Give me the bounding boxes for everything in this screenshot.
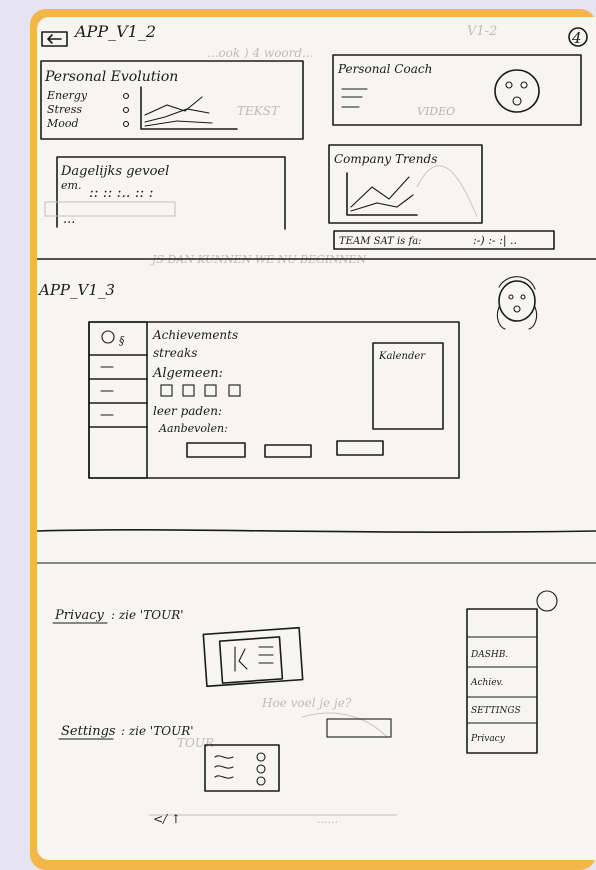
stress-label: Stress: [47, 103, 82, 116]
aanbevolen-label: Aanbevolen:: [158, 422, 228, 435]
dagelijks-sub-label: em.: [61, 179, 81, 192]
menu-item-settings[interactable]: SETTINGS: [471, 706, 521, 716]
more-options-icon[interactable]: ...: [63, 212, 75, 227]
algemeen-label: Algemeen:: [152, 366, 223, 381]
privacy-label: Privacy: [54, 608, 104, 623]
personal-evolution-panel: Personal Evolution Energy Stress Mood: [40, 60, 304, 140]
profile-icon[interactable]: [536, 590, 558, 612]
personal-coach-title: Personal Coach: [337, 62, 432, 76]
menu-item-achievements[interactable]: Achiev.: [470, 678, 504, 688]
streak-icon: §: [119, 334, 125, 347]
recommended-paths-row: [186, 440, 384, 458]
svg-text:V1-2: V1-2: [467, 24, 497, 39]
mood-label: Mood: [46, 117, 79, 130]
badge-1[interactable]: [160, 384, 173, 397]
screen-app-v1-3: APP_V1_3 § Achievements streaks Algemeen…: [37, 276, 596, 564]
personal-coach-panel: Personal Coach VIDEO: [332, 54, 582, 126]
wireframe-sketch: V1-2 ...ook ) 4 woord... TEKST JS DAN KU…: [37, 22, 596, 826]
kalender-panel: Kalender: [372, 342, 444, 430]
settings-card-icon: [204, 744, 280, 792]
settings-label: Settings: [61, 724, 116, 739]
menu-item-dashboard[interactable]: DASHB.: [470, 650, 508, 660]
screen1-title: APP_V1_2: [73, 22, 156, 41]
settings-tour-note: : zie 'TOUR': [121, 724, 194, 738]
svg-text:TOUR: TOUR: [177, 736, 214, 750]
energy-label: Energy: [46, 89, 88, 102]
achievements-label: Achievements: [152, 328, 238, 342]
svg-text:TEKST: TEKST: [237, 104, 280, 118]
coach-video-label: VIDEO: [417, 105, 455, 118]
sketch-paper: V1-2 ...ook ) 4 woord... TEKST JS DAN KU…: [37, 17, 596, 860]
app-window-frame: § Achievements streaks Algemeen: leer pa…: [88, 321, 460, 479]
learning-path-card-2[interactable]: [264, 444, 312, 458]
page-number: 4: [571, 29, 582, 47]
badge-4[interactable]: [228, 384, 241, 397]
privacy-note: Privacy : zie 'TOUR': [52, 608, 304, 688]
screen-app-v1-2: APP_V1_2 Personal Evolution Energy Stres…: [37, 22, 596, 260]
footer-dots: ......: [317, 813, 338, 826]
screen2-title: APP_V1_3: [37, 281, 115, 299]
sheet-frame: V1-2 ...ook ) 4 woord... TEKST JS DAN KU…: [30, 9, 596, 870]
energy-toggle[interactable]: [122, 92, 130, 100]
settings-note: Settings : zie 'TOUR' </ ↑ ......: [58, 718, 397, 826]
dagelijks-gevoel-title: Dagelijks gevoel: [60, 164, 169, 179]
privacy-card-icon: [202, 626, 304, 688]
page-number-marker: 4: [568, 27, 588, 47]
stress-toggle[interactable]: [122, 106, 130, 114]
svg-text:Hoe voel je je?: Hoe voel je je?: [261, 696, 352, 710]
company-trends-title: Company Trends: [334, 152, 437, 166]
left-sidebar: §: [88, 321, 148, 479]
kalender-title: Kalender: [378, 351, 426, 362]
bleed-through: V1-2 ...ook ) 4 woord... TEKST JS DAN KU…: [150, 24, 497, 750]
dagelijks-gevoel-panel: Dagelijks gevoel em. :: :: :.. :: : ...: [44, 156, 286, 230]
menu-item-privacy[interactable]: Privacy: [470, 734, 506, 744]
privacy-tour-note: : zie 'TOUR': [111, 608, 184, 622]
coach-face-icon: [494, 69, 540, 113]
right-menu-sketch: DASHB. Achiev. SETTINGS Privacy: [466, 590, 558, 754]
team-sat-label: TEAM SAT is fa:: [339, 236, 422, 247]
learning-path-card-3[interactable]: [336, 440, 384, 456]
mood-toggle[interactable]: [122, 120, 130, 128]
badge-3[interactable]: [204, 384, 217, 397]
badge-2[interactable]: [182, 384, 195, 397]
team-sat-bar: TEAM SAT is fa: :-) :- :| ..: [333, 230, 555, 250]
start-button-sketch[interactable]: [326, 718, 392, 738]
learning-path-card-1[interactable]: [186, 442, 246, 458]
undo-icon[interactable]: </ ↑: [153, 812, 181, 826]
back-arrow-icon: [47, 34, 62, 44]
leerpaden-label: leer paden:: [153, 404, 222, 418]
trends-line-chart: [346, 172, 418, 216]
company-trends-panel: Company Trends: [328, 144, 483, 224]
girl-face-icon: [496, 276, 538, 330]
streaks-label: streaks: [153, 346, 197, 360]
personal-evolution-title: Personal Evolution: [44, 69, 178, 85]
badge-row: [160, 384, 241, 397]
section-divider-2: [37, 529, 596, 533]
evolution-line-chart: [140, 86, 238, 130]
svg-text:...ook ) 4 woord...: ...ook ) 4 woord...: [207, 46, 314, 60]
team-sat-faces-icon: :-) :- :| ..: [473, 234, 517, 248]
avatar-icon[interactable]: [101, 330, 115, 344]
mood-faces-icon[interactable]: :: :: :.. :: :: [89, 185, 153, 201]
